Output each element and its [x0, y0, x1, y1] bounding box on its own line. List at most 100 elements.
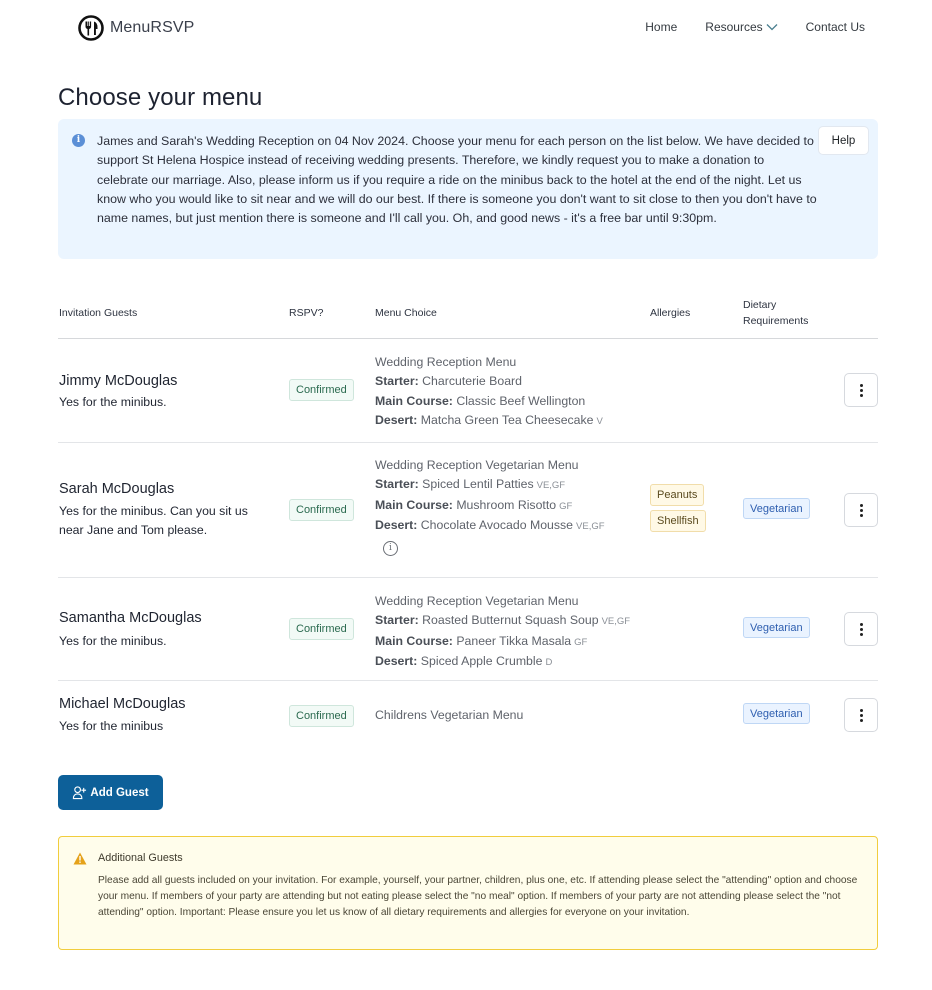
- info-alert: i James and Sarah's Wedding Reception on…: [58, 119, 878, 259]
- menu-main: Main Course: Classic Beef Wellington: [375, 392, 603, 411]
- header-dietary-line2: Requirements: [743, 315, 809, 327]
- allergy-badge: Shellfish: [650, 510, 706, 532]
- header-rsvp: RSPV?: [289, 307, 324, 319]
- menu-choice: Childrens Vegetarian Menu: [375, 706, 523, 725]
- dietary-badge: Vegetarian: [743, 498, 810, 519]
- more-vertical-icon: [859, 383, 863, 397]
- desert-value: Spiced Apple Crumble: [420, 653, 543, 668]
- warning-text: Please add all guests included on your i…: [98, 875, 858, 918]
- menu-choice: Wedding Reception Vegetarian Menu Starte…: [375, 456, 605, 536]
- main-label: Main Course:: [375, 497, 453, 512]
- desert-value: Matcha Green Tea Cheesecake: [420, 412, 594, 427]
- nav-resources-label: Resources: [705, 20, 763, 34]
- dietary-tag: D: [545, 656, 553, 668]
- nav-contact-label: Contact Us: [805, 20, 865, 34]
- starter-value: Charcuterie Board: [422, 374, 522, 389]
- starter-label: Starter:: [375, 477, 419, 492]
- nav-home-label: Home: [645, 20, 678, 34]
- row-actions-button[interactable]: [844, 373, 878, 407]
- guest-name: Sarah McDouglas: [59, 481, 175, 497]
- guest-note: Yes for the minibus: [59, 719, 164, 733]
- navbar: MenuRSVP Home Resources Contact Us: [0, 0, 932, 56]
- dietary-tag: VE,GF: [536, 480, 566, 492]
- menu-starter: Starter: Charcuterie Board: [375, 372, 603, 391]
- menu-title: Wedding Reception Vegetarian Menu: [375, 458, 579, 472]
- nav-contact-us[interactable]: Contact Us: [778, 20, 865, 34]
- guest-note: Yes for the minibus.: [59, 634, 167, 648]
- menu-main: Main Course: Mushroom Risotto GF: [375, 496, 605, 516]
- row-actions-button[interactable]: [844, 493, 878, 527]
- table-row: Jimmy McDouglas Yes for the minibus. Con…: [58, 339, 878, 443]
- warning-title: Additional Guests: [98, 852, 183, 864]
- allergy-badge: Peanuts: [650, 484, 705, 506]
- table-row: Sarah McDouglas Yes for the minibus. Can…: [58, 443, 878, 578]
- menu-starter: Starter: Roasted Butternut Squash Soup VE…: [375, 611, 630, 631]
- page-title: Choose your menu: [58, 84, 263, 111]
- dietary-tag: VE,GF: [601, 616, 631, 628]
- row-actions-button[interactable]: [844, 612, 878, 646]
- table-row: Michael McDouglas Yes for the minibus Co…: [58, 681, 878, 751]
- menu-desert: Desert: Spiced Apple Crumble D: [375, 652, 630, 672]
- add-guest-label: Add Guest: [90, 786, 149, 799]
- rsvp-status-badge: Confirmed: [289, 379, 354, 401]
- guest-name: Michael McDouglas: [59, 696, 186, 712]
- nav-resources[interactable]: Resources: [677, 20, 778, 34]
- desert-label: Desert:: [375, 653, 418, 668]
- warning-icon: [73, 852, 87, 865]
- starter-label: Starter:: [375, 374, 419, 389]
- desert-value: Chocolate Avocado Mousse: [420, 517, 574, 532]
- add-guest-button[interactable]: Add Guest: [58, 775, 163, 810]
- main-label: Main Course:: [375, 393, 453, 408]
- starter-label: Starter:: [375, 613, 419, 628]
- more-vertical-icon: [859, 622, 863, 636]
- header-dietary-line1: Dietary: [743, 299, 777, 311]
- desert-label: Desert:: [375, 412, 418, 427]
- menu-title: Childrens Vegetarian Menu: [375, 708, 524, 722]
- menu-desert: Desert: Matcha Green Tea Cheesecake V: [375, 411, 603, 431]
- more-vertical-icon: [859, 708, 863, 722]
- header-allergies: Allergies: [650, 307, 691, 319]
- guests-table: Invitation Guests RSPV? Menu Choice Alle…: [58, 290, 878, 751]
- info-text: James and Sarah's Wedding Reception on 0…: [97, 134, 817, 226]
- dietary-badge: Vegetarian: [743, 617, 810, 638]
- menu-main: Main Course: Paneer Tikka Masala GF: [375, 632, 630, 652]
- guest-note: Yes for the minibus.: [59, 395, 167, 409]
- info-circle-icon[interactable]: i: [383, 541, 398, 556]
- header-dietary: Dietary Requirements: [743, 297, 808, 329]
- starter-value: Spiced Lentil Patties: [422, 477, 534, 492]
- main-label: Main Course:: [375, 633, 453, 648]
- row-actions-button[interactable]: [844, 698, 878, 732]
- header-menu: Menu Choice: [375, 307, 437, 319]
- menu-choice: Wedding Reception Vegetarian Menu Starte…: [375, 592, 630, 672]
- rsvp-status-badge: Confirmed: [289, 705, 354, 727]
- table-row: Samantha McDouglas Yes for the minibus. …: [58, 578, 878, 681]
- rsvp-status-badge: Confirmed: [289, 499, 354, 521]
- header-guests: Invitation Guests: [59, 307, 138, 319]
- main-nav: Home Resources Contact Us: [645, 20, 865, 34]
- table-header: Invitation Guests RSPV? Menu Choice Alle…: [58, 290, 878, 339]
- nav-home[interactable]: Home: [645, 20, 677, 34]
- main-value: Classic Beef Wellington: [456, 393, 586, 408]
- menu-desert: Desert: Chocolate Avocado Mousse VE,GF: [375, 516, 605, 536]
- main-value: Mushroom Risotto: [456, 497, 557, 512]
- desert-label: Desert:: [375, 517, 418, 532]
- menu-starter: Starter: Spiced Lentil Patties VE,GF: [375, 475, 605, 495]
- help-button[interactable]: Help: [818, 126, 869, 155]
- guest-name: Samantha McDouglas: [59, 610, 202, 626]
- dietary-tag: GF: [559, 500, 573, 512]
- menu-title: Wedding Reception Menu: [375, 355, 517, 369]
- user-plus-icon: [73, 786, 87, 800]
- rsvp-status-badge: Confirmed: [289, 618, 354, 640]
- menu-title: Wedding Reception Vegetarian Menu: [375, 594, 579, 608]
- starter-value: Roasted Butternut Squash Soup: [422, 613, 599, 628]
- guest-name: Jimmy McDouglas: [59, 373, 178, 389]
- dietary-tag: V: [596, 415, 603, 427]
- dietary-tag: GF: [574, 636, 588, 648]
- guest-note: Yes for the minibus. Can you sit us near…: [59, 504, 248, 537]
- brand-link[interactable]: MenuRSVP: [78, 15, 194, 41]
- dietary-tag: VE,GF: [576, 520, 605, 532]
- additional-guests-alert: Additional Guests Please add all guests …: [58, 836, 878, 950]
- cutlery-icon: [78, 15, 104, 41]
- menu-choice: Wedding Reception Menu Starter: Charcute…: [375, 353, 603, 431]
- chevron-down-icon: [766, 24, 778, 31]
